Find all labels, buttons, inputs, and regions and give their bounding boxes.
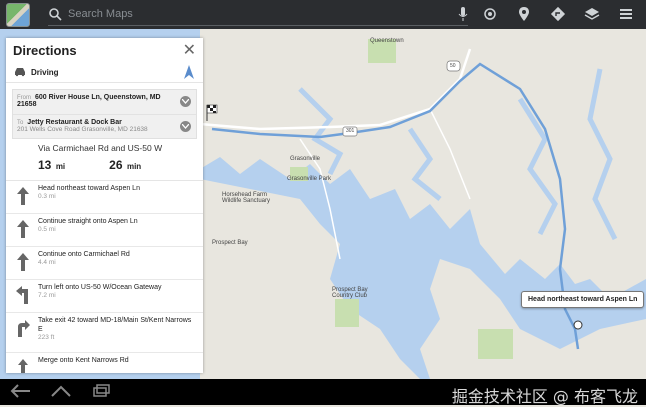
shield-label-50: 50: [450, 63, 456, 69]
arrow-up-icon: [17, 253, 29, 271]
direction-step[interactable]: Head northeast toward Aspen Ln 0.3 mi: [6, 181, 203, 214]
map-label-prospect-bay-club: Prospect Bay Country Club: [332, 287, 368, 299]
map-label-grasonville: Grasonville: [290, 156, 321, 162]
arrow-up-icon: [17, 220, 29, 238]
direction-step[interactable]: Turn left onto US-50 W/Ocean Gateway 7.2…: [6, 280, 203, 313]
direction-step[interactable]: Continue onto Carmichael Rd 4.4 mi: [6, 247, 203, 280]
toolbar-icons: [480, 4, 636, 24]
close-icon[interactable]: ✕: [183, 40, 196, 60]
merge-icon: [18, 359, 28, 373]
car-icon: [15, 68, 25, 77]
step-instruction: Head northeast toward Aspen Ln: [38, 185, 140, 192]
map-label-horsehead: Horsehead Farm Wildlife Sanctuary: [222, 192, 271, 204]
direction-step[interactable]: Take exit 42 toward MD-18/Main St/Kent N…: [6, 313, 203, 353]
step-callout[interactable]: Head northeast toward Aspen Ln: [521, 291, 645, 308]
step-instruction: Continue onto Carmichael Rd: [38, 251, 130, 258]
direction-step[interactable]: Merge onto Kent Narrows Rd: [6, 353, 203, 373]
layers-icon[interactable]: [582, 4, 602, 24]
step-instruction: Turn left onto US-50 W/Ocean Gateway: [38, 284, 162, 291]
distance-unit: mi: [55, 162, 66, 171]
time-unit: min: [126, 162, 142, 171]
top-bar: Search Maps: [0, 0, 646, 29]
from-address: 600 River House Ln, Queenstown, MD 21658: [17, 94, 161, 108]
step-instruction: Take exit 42 toward MD-18/Main St/Kent N…: [38, 317, 192, 333]
directions-panel: Directions ✕ Driving From 600 River Hous…: [6, 38, 203, 373]
panel-header: Directions ✕: [6, 38, 203, 62]
direction-step[interactable]: Continue straight onto Aspen Ln 0.5 mi: [6, 214, 203, 247]
travel-mode-row[interactable]: Driving: [6, 62, 203, 83]
step-distance: 4.4 mi: [38, 259, 56, 266]
panel-title: Directions: [13, 42, 77, 58]
step-instruction: Continue straight onto Aspen Ln: [38, 218, 138, 225]
map-label-queenstown: Queenstown: [370, 38, 404, 44]
route-via: Via Carmichael Rd and US-50 W: [38, 143, 163, 153]
chevron-down-icon[interactable]: [180, 96, 191, 107]
home-icon[interactable]: [50, 384, 72, 398]
search-box[interactable]: Search Maps: [48, 4, 468, 26]
step-instruction: Merge onto Kent Narrows Rd: [38, 357, 129, 364]
destination-marker: [573, 320, 583, 330]
turn-left-icon: [16, 286, 28, 304]
watermark: 掘金技术社区 @ 布客飞龙: [451, 387, 638, 406]
distance-value: 13: [38, 158, 52, 172]
system-nav-bar: 掘金技术社区 @ 布客飞龙: [0, 379, 646, 406]
my-location-icon[interactable]: [480, 4, 500, 24]
back-icon[interactable]: [10, 384, 32, 398]
map-label-grasonville-park: Grasonville Park: [287, 176, 332, 182]
route-endpoints: From 600 River House Ln, Queenstown, MD …: [12, 89, 197, 139]
exit-right-icon: [18, 320, 30, 337]
step-distance: 7.2 mi: [38, 292, 56, 299]
microphone-icon[interactable]: [458, 6, 468, 22]
step-distance: 0.5 mi: [38, 226, 56, 233]
directions-icon[interactable]: [548, 4, 568, 24]
to-field[interactable]: To Jetty Restaurant & Dock Bar 201 Wells…: [13, 114, 196, 138]
menu-icon[interactable]: [616, 4, 636, 24]
maps-app-icon[interactable]: [6, 2, 30, 27]
recent-apps-icon[interactable]: [90, 384, 112, 398]
step-distance: 0.3 mi: [38, 193, 56, 200]
route-summary[interactable]: Via Carmichael Rd and US-50 W 13 mi 26 m…: [6, 139, 203, 181]
chevron-down-icon[interactable]: [180, 120, 191, 132]
to-name: Jetty Restaurant & Dock Bar: [27, 119, 122, 126]
search-icon: [49, 8, 62, 21]
places-icon[interactable]: [514, 4, 534, 24]
search-input[interactable]: Search Maps: [68, 8, 458, 20]
from-field[interactable]: From 600 River House Ln, Queenstown, MD …: [13, 90, 196, 114]
step-distance: 223 ft: [38, 334, 55, 341]
travel-mode-label: Driving: [31, 67, 59, 77]
map-label-prospect-bay: Prospect Bay: [212, 240, 248, 246]
shield-label-301: 301: [346, 128, 355, 134]
time-value: 26: [109, 158, 123, 172]
nav-buttons: [10, 384, 112, 398]
arrow-up-icon: [17, 187, 29, 205]
compass-icon[interactable]: [184, 65, 194, 79]
to-address: 201 Wells Cove Road Grasonville, MD 2163…: [17, 126, 148, 133]
